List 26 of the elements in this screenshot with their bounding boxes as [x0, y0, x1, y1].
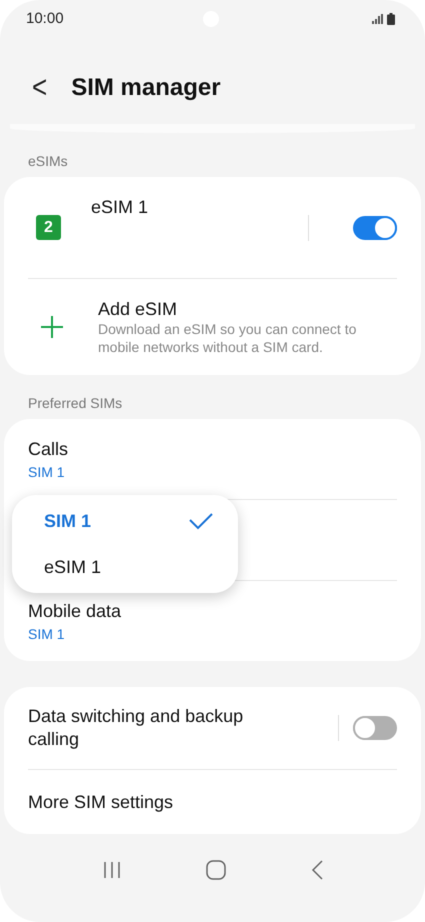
sim-card-icon: 2 [36, 215, 61, 240]
sim-name: eSIM 1 [91, 197, 148, 218]
back-icon[interactable] [310, 860, 322, 880]
plus-icon [40, 315, 64, 340]
section-label: Preferred SIMs [27, 394, 124, 414]
preference-title[interactable]: Calls [28, 438, 68, 460]
sim-option[interactable]: eSIM 1 [12, 544, 238, 590]
preference-value: SIM 1 [28, 464, 65, 480]
battery-icon [387, 12, 395, 25]
status-time: 10:00 [26, 10, 64, 28]
recent-apps-icon[interactable] [102, 861, 120, 880]
add-esim-title[interactable]: Add eSIM [98, 298, 373, 320]
signal-icon [372, 14, 384, 24]
page-title: SIM manager [71, 74, 221, 102]
toggle-switch[interactable] [353, 716, 397, 740]
sim-option[interactable]: SIM 1 [12, 498, 238, 544]
check-icon [188, 512, 214, 530]
preference-title[interactable]: Mobile data [28, 600, 122, 622]
home-icon[interactable] [206, 860, 226, 880]
toggle-switch[interactable] [353, 216, 397, 240]
section-label: eSIMs [27, 152, 69, 172]
back-button[interactable]: < [26, 69, 54, 106]
add-esim-description: Download an eSIM so you can connect to mobile networks without a SIM card. [98, 320, 358, 356]
setting-title[interactable]: More SIM settings [28, 792, 174, 813]
setting-title[interactable]: Data switching and backup calling [28, 705, 298, 752]
preference-value: SIM 1 [28, 626, 65, 642]
